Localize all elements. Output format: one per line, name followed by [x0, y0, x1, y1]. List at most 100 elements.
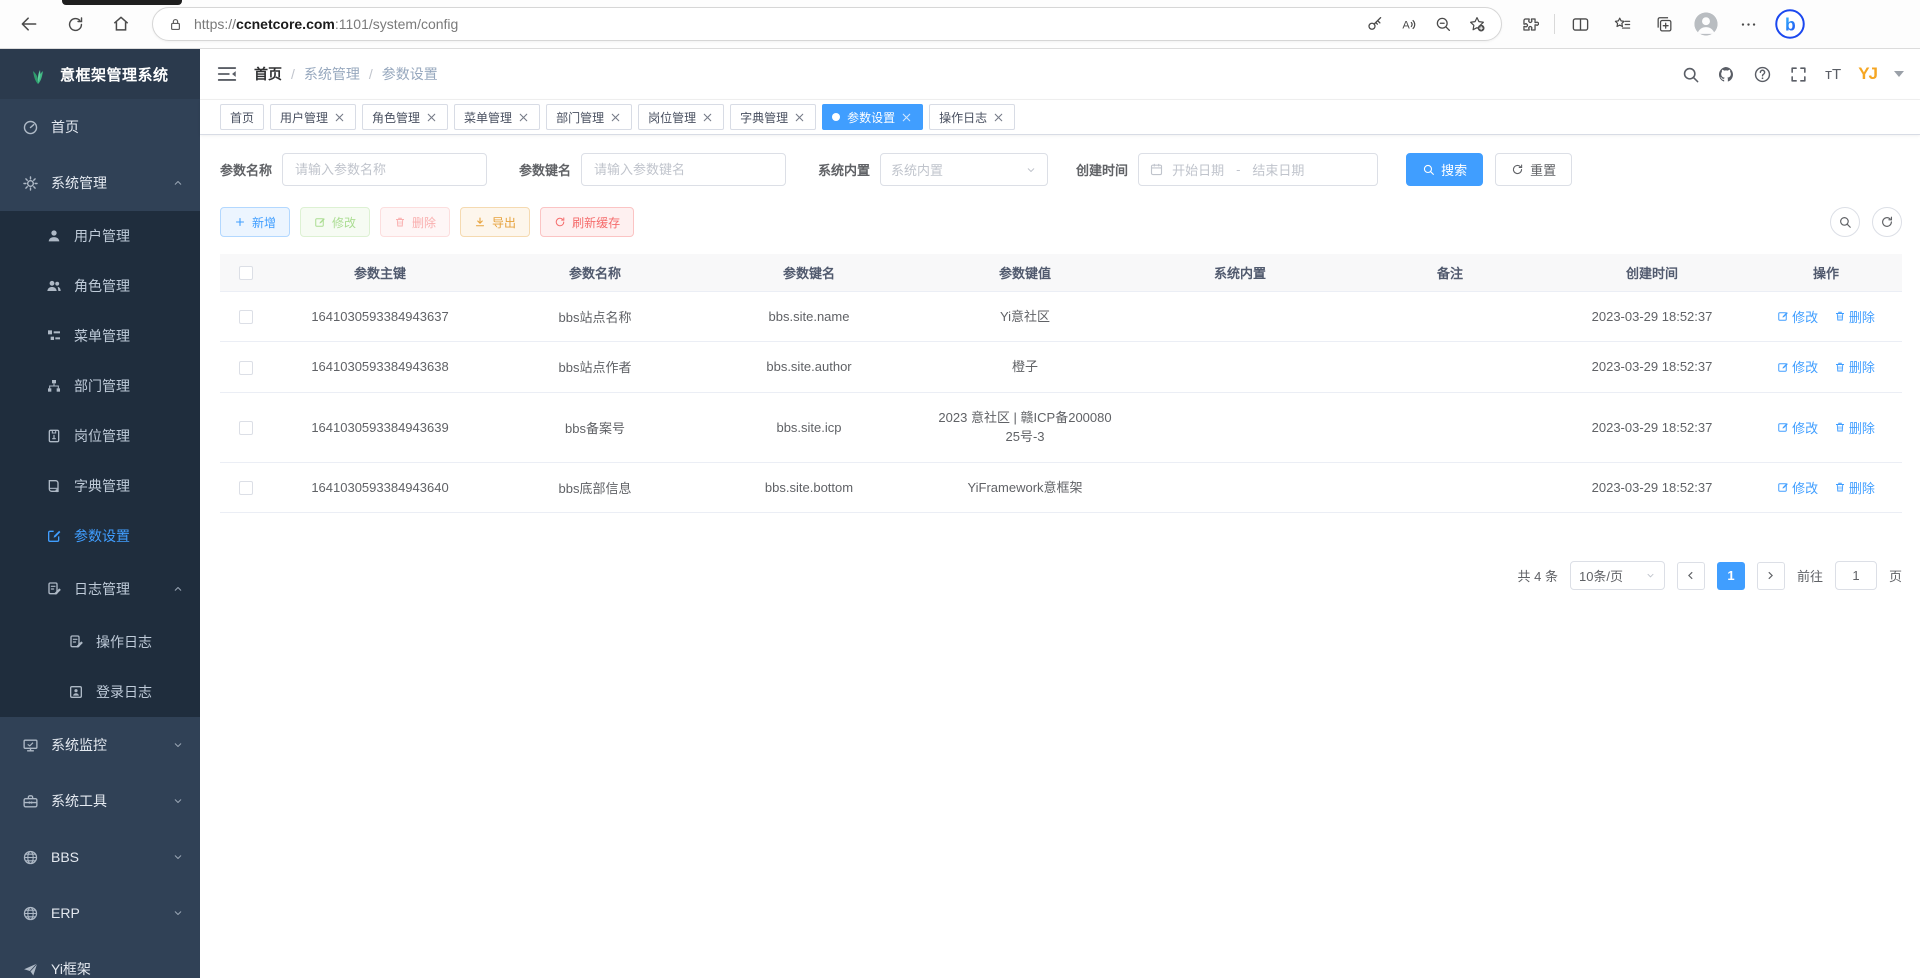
browser-menu-icon[interactable] — [1731, 7, 1765, 41]
row-delete-link[interactable]: 删除 — [1834, 357, 1875, 376]
tab-user-management[interactable]: 用户管理 — [270, 104, 356, 130]
next-page-button[interactable] — [1757, 562, 1785, 590]
sidebar-item-bbs[interactable]: BBS — [0, 829, 200, 885]
browser-tab-stub[interactable] — [62, 0, 182, 5]
close-tab-icon[interactable] — [992, 111, 1005, 124]
sidebar-item-erp[interactable]: ERP — [0, 885, 200, 941]
close-tab-icon[interactable] — [701, 111, 714, 124]
sidebar-item-operation-log[interactable]: 操作日志 — [0, 617, 200, 667]
delete-button[interactable]: 删除 — [380, 207, 450, 237]
refresh-table-button[interactable] — [1872, 207, 1902, 237]
tab-dict-management[interactable]: 字典管理 — [730, 104, 816, 130]
add-favorite-icon[interactable] — [1463, 10, 1491, 38]
browser-back-button[interactable] — [12, 7, 46, 41]
sidebar-item-yi-framework[interactable]: Yi框架 — [0, 941, 200, 978]
param-key-input[interactable] — [581, 153, 786, 186]
user-logo-avatar[interactable]: YJ — [1858, 64, 1877, 84]
export-button[interactable]: 导出 — [460, 207, 530, 237]
row-edit-link[interactable]: 修改 — [1777, 418, 1818, 437]
param-name-input[interactable] — [282, 153, 487, 186]
row-checkbox[interactable] — [239, 421, 253, 435]
sidebar-item-dict-management[interactable]: 字典管理 — [0, 461, 200, 511]
address-bar[interactable]: https://ccnetcore.com:1101/system/config — [152, 7, 1502, 41]
split-screen-icon[interactable] — [1563, 7, 1597, 41]
read-aloud-icon[interactable] — [1395, 10, 1423, 38]
tab-role-management[interactable]: 角色管理 — [362, 104, 448, 130]
collections-icon[interactable] — [1647, 7, 1681, 41]
goto-page-input[interactable] — [1835, 561, 1877, 590]
row-edit-link[interactable]: 修改 — [1777, 357, 1818, 376]
bing-chat-icon[interactable] — [1773, 7, 1807, 41]
favorites-icon[interactable] — [1605, 7, 1639, 41]
table-row[interactable]: 1641030593384943639 bbs备案号 bbs.site.icp … — [220, 392, 1902, 462]
password-key-icon[interactable] — [1361, 10, 1389, 38]
sidebar-item-log-management[interactable]: 日志管理 — [0, 561, 200, 617]
sidebar-item-login-log[interactable]: 登录日志 — [0, 667, 200, 717]
row-edit-link[interactable]: 修改 — [1777, 478, 1818, 497]
prev-page-button[interactable] — [1677, 562, 1705, 590]
row-checkbox[interactable] — [239, 361, 253, 375]
help-question-icon[interactable] — [1753, 65, 1772, 84]
close-tab-icon[interactable] — [425, 111, 438, 124]
builtin-select[interactable]: 系统内置 — [880, 153, 1048, 186]
header-search-icon[interactable] — [1681, 65, 1700, 84]
site-lock-icon[interactable] — [167, 16, 184, 33]
reset-button[interactable]: 重置 — [1495, 153, 1572, 186]
row-edit-link[interactable]: 修改 — [1777, 307, 1818, 326]
sidebar-item-role-management[interactable]: 角色管理 — [0, 261, 200, 311]
close-tab-icon[interactable] — [609, 111, 622, 124]
table-row[interactable]: 1641030593384943637 bbs站点名称 bbs.site.nam… — [220, 291, 1902, 342]
user-menu-caret-icon[interactable] — [1894, 71, 1904, 77]
tab-parameter-settings[interactable]: 参数设置 — [822, 104, 923, 130]
tab-home[interactable]: 首页 — [220, 104, 264, 130]
close-tab-icon[interactable] — [793, 111, 806, 124]
breadcrumb-home[interactable]: 首页 — [254, 64, 282, 84]
app-logo[interactable]: 意框架管理系统 — [0, 49, 200, 99]
edit-icon — [1777, 481, 1789, 493]
sidebar-item-menu-management[interactable]: 菜单管理 — [0, 311, 200, 361]
row-checkbox[interactable] — [239, 310, 253, 324]
add-button[interactable]: 新增 — [220, 207, 290, 237]
table-row[interactable]: 1641030593384943638 bbs站点作者 bbs.site.aut… — [220, 342, 1902, 393]
row-delete-link[interactable]: 删除 — [1834, 307, 1875, 326]
cell-builtin — [1134, 342, 1346, 393]
tab-menu-management[interactable]: 菜单管理 — [454, 104, 540, 130]
close-tab-icon[interactable] — [517, 111, 530, 124]
fullscreen-icon[interactable] — [1789, 65, 1808, 84]
row-delete-link[interactable]: 删除 — [1834, 478, 1875, 497]
close-tab-icon[interactable] — [333, 111, 346, 124]
tab-operation-log[interactable]: 操作日志 — [929, 104, 1015, 130]
browser-home-button[interactable] — [104, 7, 138, 41]
search-button[interactable]: 搜索 — [1406, 153, 1483, 186]
browser-refresh-button[interactable] — [58, 7, 92, 41]
row-delete-link[interactable]: 删除 — [1834, 418, 1875, 437]
row-checkbox[interactable] — [239, 481, 253, 495]
date-range-picker[interactable]: 开始日期 - 结束日期 — [1138, 153, 1378, 186]
toggle-search-button[interactable] — [1830, 207, 1860, 237]
page-number-1[interactable]: 1 — [1717, 562, 1745, 590]
sidebar-item-system-monitor[interactable]: 系统监控 — [0, 717, 200, 773]
zoom-out-icon[interactable] — [1429, 10, 1457, 38]
page-size-select[interactable]: 10条/页 — [1570, 561, 1665, 590]
sidebar-item-system-tools[interactable]: 系统工具 — [0, 773, 200, 829]
github-icon[interactable] — [1717, 65, 1736, 84]
sidebar-item-parameter-settings[interactable]: 参数设置 — [0, 511, 200, 561]
refresh-cache-button[interactable]: 刷新缓存 — [540, 207, 634, 237]
edit-button[interactable]: 修改 — [300, 207, 370, 237]
sidebar-item-system-management[interactable]: 系统管理 — [0, 155, 200, 211]
sidebar-collapse-icon[interactable] — [216, 63, 238, 85]
toolbox-icon — [22, 793, 39, 810]
sidebar-item-home[interactable]: 首页 — [0, 99, 200, 155]
col-remark: 备注 — [1346, 254, 1554, 291]
select-all-checkbox[interactable] — [239, 266, 253, 280]
tab-department-management[interactable]: 部门管理 — [546, 104, 632, 130]
sidebar-item-user-management[interactable]: 用户管理 — [0, 211, 200, 261]
tab-post-management[interactable]: 岗位管理 — [638, 104, 724, 130]
close-tab-icon[interactable] — [900, 111, 913, 124]
extensions-icon[interactable] — [1512, 7, 1546, 41]
sidebar-item-post-management[interactable]: 岗位管理 — [0, 411, 200, 461]
table-row[interactable]: 1641030593384943640 bbs底部信息 bbs.site.bot… — [220, 462, 1902, 513]
font-size-icon[interactable]: тT — [1825, 66, 1841, 83]
profile-avatar[interactable] — [1689, 7, 1723, 41]
sidebar-item-department-management[interactable]: 部门管理 — [0, 361, 200, 411]
